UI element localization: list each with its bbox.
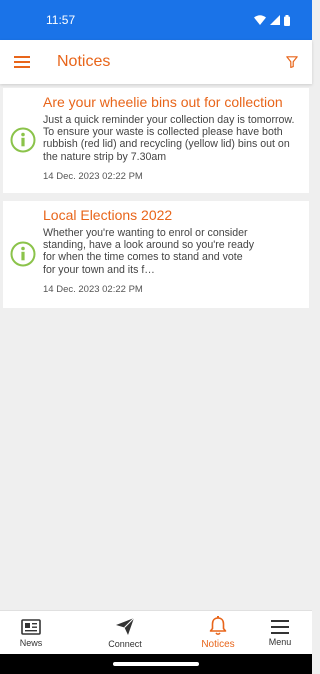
notice-body: Whether you're wanting to enrol or consi…	[43, 227, 255, 276]
status-icons	[254, 14, 290, 26]
battery-icon	[284, 14, 290, 26]
status-bar: 11:57	[0, 0, 312, 40]
info-icon	[3, 93, 43, 187]
notice-date: 14 Dec. 2023 02:22 PM	[43, 283, 143, 295]
send-icon	[116, 617, 135, 635]
nav-menu[interactable]: Menu	[254, 611, 306, 655]
nav-connect-label: Connect	[108, 639, 142, 649]
nav-connect[interactable]: Connect	[92, 611, 158, 655]
notice-card[interactable]: Are your wheelie bins out for collection…	[3, 88, 309, 193]
signal-icon	[270, 15, 280, 25]
status-time: 11:57	[46, 13, 76, 27]
info-icon	[3, 206, 43, 302]
nav-news-label: News	[19, 637, 43, 648]
newspaper-icon	[21, 618, 41, 635]
filter-icon	[286, 56, 298, 68]
nav-notices[interactable]: Notices	[190, 611, 246, 655]
notice-date: 14 Dec. 2023 02:22 PM	[43, 170, 143, 182]
nav-notices-label: Notices	[201, 639, 235, 650]
home-gesture-bar[interactable]	[113, 662, 199, 666]
filter-button[interactable]	[272, 40, 312, 84]
hamburger-menu-button[interactable]	[0, 40, 44, 84]
notices-list: Are your wheelie bins out for collection…	[3, 88, 309, 316]
page-title: Notices	[57, 53, 111, 70]
menu-icon	[271, 619, 289, 634]
notice-title: Are your wheelie bins out for collection	[43, 94, 283, 110]
wifi-icon	[254, 15, 266, 25]
notice-title: Local Elections 2022	[43, 207, 173, 223]
bell-icon	[209, 616, 227, 636]
hamburger-icon	[14, 56, 30, 68]
notice-card[interactable]: Local Elections 2022 Whether you're want…	[3, 201, 309, 308]
bottom-nav: News Connect Notices Menu	[0, 610, 312, 654]
notice-body: Just a quick reminder your collection da…	[43, 114, 295, 163]
app-bar: Notices	[0, 40, 312, 84]
nav-menu-label: Menu	[268, 636, 292, 647]
gesture-area	[0, 654, 312, 674]
nav-news[interactable]: News	[0, 611, 62, 655]
